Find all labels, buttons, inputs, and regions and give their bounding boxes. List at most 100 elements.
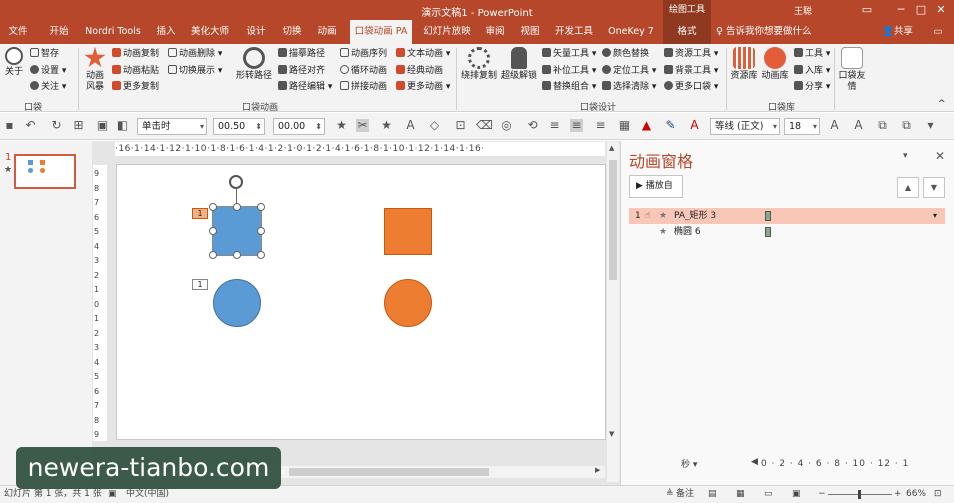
rotate-icon[interactable]: ⟲ bbox=[526, 119, 539, 132]
more-anim-button[interactable]: 更多动画 ▾ bbox=[396, 81, 450, 93]
more-pocket-button[interactable]: 更多口袋 ▾ bbox=[664, 81, 718, 93]
tab-pocket-animation[interactable]: 口袋动画 PA bbox=[350, 20, 412, 44]
tab-home[interactable]: 开始 bbox=[46, 20, 72, 44]
save-icon[interactable]: ▪ bbox=[3, 119, 16, 132]
font-color-icon[interactable]: A bbox=[688, 119, 701, 132]
scroll-down-icon[interactable]: ▼ bbox=[609, 430, 614, 438]
smart-save-button[interactable]: 智存 bbox=[30, 48, 59, 60]
fill-color-icon[interactable]: ▲ bbox=[640, 119, 653, 132]
duration-stepper[interactable]: 00.50 ⬍ bbox=[213, 118, 265, 135]
resource-lib-button[interactable]: 资源库 bbox=[730, 47, 758, 82]
animation-badge-square[interactable]: 1 bbox=[192, 208, 208, 219]
anim-paste-button[interactable]: 动画粘贴 bbox=[112, 65, 159, 77]
comment-icon[interactable]: ▭ bbox=[930, 20, 946, 44]
align-left-icon[interactable]: ≡ bbox=[548, 119, 561, 132]
resize-handle[interactable] bbox=[209, 227, 217, 235]
tools-button[interactable]: 工具 ▾ bbox=[794, 48, 830, 60]
tab-onekey[interactable]: OneKey 7 bbox=[607, 20, 655, 44]
tell-me-search[interactable]: ♀ 告诉我你想要做什么 bbox=[716, 20, 812, 44]
orange-circle[interactable] bbox=[384, 279, 432, 327]
tab-design[interactable]: 设计 bbox=[244, 20, 268, 44]
super-unlock-button[interactable]: 超级解锁 bbox=[500, 47, 538, 82]
vector-tool-button[interactable]: 矢量工具 ▾ bbox=[542, 48, 596, 60]
animation-row[interactable]: 1 ☝ ★ PA_矩形 3 ▾ bbox=[629, 208, 945, 224]
send-backward-icon[interactable]: ⧉ bbox=[900, 119, 913, 132]
tab-slideshow[interactable]: 幻灯片放映 bbox=[422, 20, 472, 44]
anim-storm-button[interactable]: 动画 风暴 bbox=[82, 47, 108, 93]
eraser-icon[interactable]: ⌫ bbox=[476, 119, 493, 132]
zoom-out-icon[interactable]: − bbox=[818, 486, 826, 503]
animation-row[interactable]: ★ 椭圆 6 bbox=[629, 224, 945, 240]
sorter-view-icon[interactable]: ▦ bbox=[736, 486, 745, 503]
resize-handle[interactable] bbox=[209, 251, 217, 259]
loop-anim-button[interactable]: 循环动画 bbox=[340, 65, 387, 77]
table-icon[interactable]: ▦ bbox=[618, 119, 631, 132]
share-button[interactable]: 👤共享 bbox=[882, 20, 913, 44]
splice-anim-button[interactable]: 拼接动画 bbox=[340, 81, 387, 93]
shapes-icon[interactable]: ◇ bbox=[428, 119, 441, 132]
scroll-up-icon[interactable]: ▲ bbox=[609, 144, 614, 152]
color-replace-button[interactable]: 颜色替换 bbox=[602, 48, 649, 60]
fit-slide-icon[interactable]: ⊡ bbox=[934, 486, 942, 503]
timing-bar[interactable] bbox=[765, 211, 771, 221]
follow-button[interactable]: 关注 ▾ bbox=[30, 81, 66, 93]
import-button[interactable]: 入库 ▾ bbox=[794, 65, 830, 77]
format-painter-icon[interactable]: ⊞ bbox=[72, 119, 85, 132]
classic-anim-button[interactable]: 经典动画 bbox=[396, 65, 443, 77]
row-menu-icon[interactable]: ▾ bbox=[933, 208, 937, 224]
path-edit-button[interactable]: 路径编辑 ▾ bbox=[278, 81, 332, 93]
resize-handle[interactable] bbox=[233, 251, 241, 259]
hscroll-thumb[interactable] bbox=[289, 468, 489, 476]
tab-beautify[interactable]: 美化大师 bbox=[190, 20, 230, 44]
group-icon[interactable]: ▣ bbox=[96, 119, 109, 132]
bring-forward-icon[interactable]: ⧉ bbox=[876, 119, 889, 132]
path-align-button[interactable]: 路径对齐 bbox=[278, 65, 325, 77]
delay-stepper[interactable]: 00.00 ⬍ bbox=[273, 118, 325, 135]
reading-view-icon[interactable]: ▭ bbox=[764, 486, 773, 503]
shape-to-path-button[interactable]: 形转路径 bbox=[234, 47, 274, 82]
replace-combo-button[interactable]: 替换组合 ▾ bbox=[542, 81, 596, 93]
timeline-left-icon[interactable]: ◀ bbox=[751, 457, 758, 467]
rotate-handle-icon[interactable] bbox=[229, 175, 243, 189]
zoom-thumb[interactable] bbox=[858, 490, 861, 499]
animation-badge-circle[interactable]: 1 bbox=[192, 279, 208, 290]
play-from-button[interactable]: ▶ 播放自 bbox=[629, 175, 683, 198]
blue-circle[interactable] bbox=[213, 279, 261, 327]
tab-review[interactable]: 审阅 bbox=[484, 20, 506, 44]
resize-handle[interactable] bbox=[257, 203, 265, 211]
close-pane-icon[interactable]: ✕ bbox=[935, 149, 945, 163]
ribbon-display-icon[interactable]: ▭ bbox=[850, 0, 884, 20]
trigger-select[interactable]: 单击时 ▾ bbox=[137, 118, 207, 135]
timing-bar[interactable] bbox=[765, 227, 771, 237]
pane-options-icon[interactable]: ▾ bbox=[903, 151, 908, 161]
align-center-icon[interactable]: ≡ bbox=[570, 119, 583, 132]
about-button[interactable]: 关于 bbox=[3, 47, 25, 78]
vertical-scrollbar[interactable]: ▲ ▼ bbox=[607, 142, 619, 482]
arrange-icon[interactable]: ◧ bbox=[116, 119, 129, 132]
merge-shapes-icon[interactable]: ◎ bbox=[500, 119, 513, 132]
share2-button[interactable]: 分享 ▾ bbox=[794, 81, 830, 93]
tab-file[interactable]: 文件 bbox=[6, 20, 30, 44]
scroll-thumb[interactable] bbox=[609, 160, 617, 280]
outline-color-icon[interactable]: ✎ bbox=[664, 119, 677, 132]
pocket-friend-button[interactable]: 口袋友 情 bbox=[838, 47, 866, 93]
anim-sequence-button[interactable]: 动画序列 bbox=[340, 48, 387, 60]
blue-square[interactable] bbox=[212, 206, 262, 256]
tab-insert[interactable]: 插入 bbox=[155, 20, 177, 44]
font-select[interactable]: 等线 (正文) ▾ bbox=[710, 118, 780, 135]
resource-tool-button[interactable]: 资源工具 ▾ bbox=[664, 48, 718, 60]
effect-options-icon[interactable]: ★ bbox=[380, 119, 393, 132]
crop-icon[interactable]: ⊡ bbox=[454, 119, 467, 132]
normal-view-icon[interactable]: ▤ bbox=[708, 486, 717, 503]
text-anim-button[interactable]: 文本动画 ▾ bbox=[396, 48, 450, 60]
tab-developer[interactable]: 开发工具 bbox=[554, 20, 594, 44]
customize-toolbar-icon[interactable]: ▾ bbox=[924, 119, 937, 132]
user-name[interactable]: 王聪 bbox=[794, 4, 812, 17]
notes-button[interactable]: 备注 bbox=[676, 486, 694, 503]
collapse-ribbon-icon[interactable]: ^ bbox=[938, 98, 946, 110]
locate-tool-button[interactable]: 定位工具 ▾ bbox=[602, 65, 656, 77]
select-clear-button[interactable]: 选择清除 ▾ bbox=[602, 81, 656, 93]
align-right-icon[interactable]: ≡ bbox=[594, 119, 607, 132]
resize-handle[interactable] bbox=[209, 203, 217, 211]
slideshow-view-icon[interactable]: ▣ bbox=[792, 486, 801, 503]
